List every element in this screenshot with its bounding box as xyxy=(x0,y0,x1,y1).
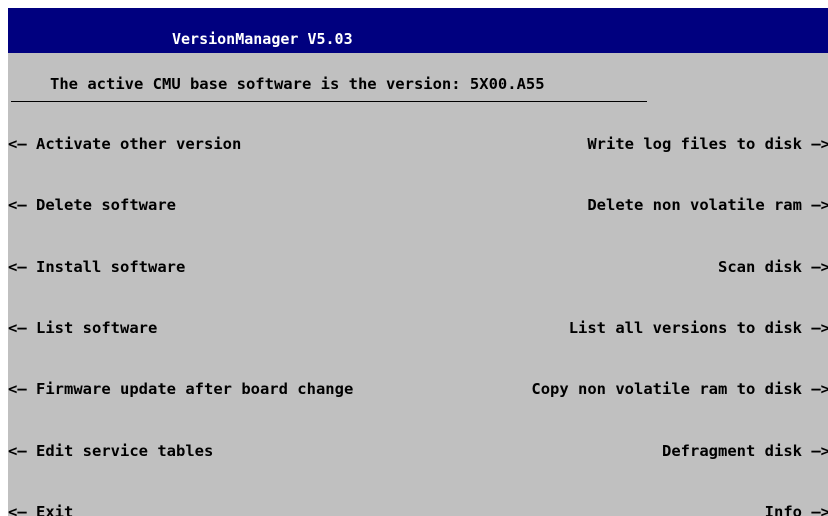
menu-label: Activate other version xyxy=(36,135,242,153)
menu-label: Scan disk xyxy=(717,258,802,276)
right-arrow-icon: —> xyxy=(811,442,828,460)
menu-label: Copy non volatile ram to disk xyxy=(531,380,802,398)
menu-label: Info xyxy=(764,503,802,516)
menu-label: List all versions to disk xyxy=(568,319,802,337)
right-arrow-icon: —> xyxy=(811,258,828,276)
firmware-update-button[interactable]: <— Firmware update after board change xyxy=(8,380,353,398)
divider-line xyxy=(11,101,647,102)
active-version-status: The active CMU base software is the vers… xyxy=(50,75,545,93)
right-arrow-icon: —> xyxy=(811,380,828,398)
delete-software-button[interactable]: <— Delete software xyxy=(8,196,176,214)
menu-label: Write log files to disk xyxy=(587,135,802,153)
right-arrow-icon: —> xyxy=(811,503,828,516)
title-bar: VersionManager V5.03 xyxy=(8,8,828,53)
menu-label: Delete non volatile ram xyxy=(587,196,802,214)
defragment-disk-button[interactable]: Defragment disk —> xyxy=(662,442,828,460)
menu-label: Defragment disk xyxy=(662,442,802,460)
left-arrow-icon: <— xyxy=(8,319,27,337)
menu-label: Install software xyxy=(36,258,186,276)
left-arrow-icon: <— xyxy=(8,196,27,214)
edit-service-tables-button[interactable]: <— Edit service tables xyxy=(8,442,213,460)
menu-label: Edit service tables xyxy=(36,442,214,460)
version-manager-screen: VersionManager V5.03 The active CMU base… xyxy=(8,8,828,516)
menu-label: Delete software xyxy=(36,196,176,214)
delete-nvram-button[interactable]: Delete non volatile ram —> xyxy=(587,196,828,214)
scan-disk-button[interactable]: Scan disk —> xyxy=(718,258,828,276)
exit-button[interactable]: <— Exit xyxy=(8,503,73,516)
write-log-files-button[interactable]: Write log files to disk —> xyxy=(587,135,828,153)
menu-label: Firmware update after board change xyxy=(36,380,354,398)
install-software-button[interactable]: <— Install software xyxy=(8,258,185,276)
list-all-versions-button[interactable]: List all versions to disk —> xyxy=(569,319,828,337)
list-software-button[interactable]: <— List software xyxy=(8,319,157,337)
left-arrow-icon: <— xyxy=(8,380,27,398)
right-arrow-icon: —> xyxy=(811,196,828,214)
left-arrow-icon: <— xyxy=(8,258,27,276)
info-button[interactable]: Info —> xyxy=(765,503,828,516)
left-arrow-icon: <— xyxy=(8,135,27,153)
menu-label: Exit xyxy=(36,503,74,516)
right-arrow-icon: —> xyxy=(811,319,828,337)
right-arrow-icon: —> xyxy=(811,135,828,153)
left-arrow-icon: <— xyxy=(8,503,27,516)
menu-label: List software xyxy=(36,319,158,337)
left-arrow-icon: <— xyxy=(8,442,27,460)
copy-nvram-button[interactable]: Copy non volatile ram to disk —> xyxy=(531,380,828,398)
activate-other-version-button[interactable]: <— Activate other version xyxy=(8,135,241,153)
window-title: VersionManager V5.03 xyxy=(172,30,353,48)
